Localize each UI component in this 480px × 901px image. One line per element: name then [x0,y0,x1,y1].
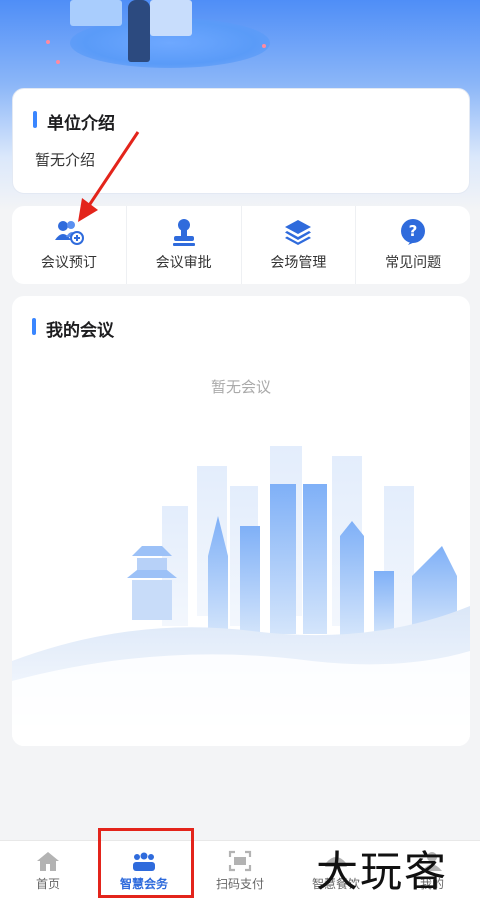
approval-stamp-icon [169,218,199,246]
intro-card: 单位介绍 暂无介绍 [12,88,470,194]
meeting-booking-icon [54,218,84,246]
hero-sparkle [262,44,266,48]
menu-meeting-approval[interactable]: 会议审批 [127,206,242,284]
tab-home[interactable]: 首页 [0,841,96,901]
menu-meeting-booking[interactable]: 会议预订 [12,206,127,284]
tab-smart-meeting[interactable]: 智慧会务 [96,841,192,901]
menu-label: 会议预订 [40,255,97,271]
question-icon: ? [398,218,428,246]
layers-icon [283,218,313,246]
menu-label: 会场管理 [270,255,327,271]
svg-text:?: ? [409,222,418,240]
intro-title: 单位介绍 [33,109,115,134]
hero-panel [150,0,192,36]
meeting-group-icon [131,850,157,872]
home-icon [35,850,61,872]
hero-panel [70,0,122,26]
menu-venue-management[interactable]: 会场管理 [242,206,357,284]
tab-label: 首页 [35,877,60,891]
intro-text: 暂无介绍 [35,151,96,169]
tab-label: 智慧会务 [119,877,168,891]
watermark: 大玩客 [316,847,449,896]
meetings-title: 我的会议 [32,316,114,341]
quick-menu: 会议预订 会议审批 会场管理 ? 常见问题 [12,206,470,284]
city-skyline-illustration [12,446,470,746]
hero-sparkle [46,40,50,44]
scan-icon [227,850,253,872]
menu-faq[interactable]: ? 常见问题 [356,206,470,284]
hero-figure [128,0,150,62]
menu-label: 常见问题 [385,255,442,271]
tab-label: 扫码支付 [215,877,264,891]
my-meetings-card: 我的会议 暂无会议 [12,296,470,746]
menu-label: 会议审批 [155,255,212,271]
hero-sparkle [56,60,60,64]
tab-scan-pay[interactable]: 扫码支付 [192,841,288,901]
empty-meetings-text: 暂无会议 [210,378,271,396]
